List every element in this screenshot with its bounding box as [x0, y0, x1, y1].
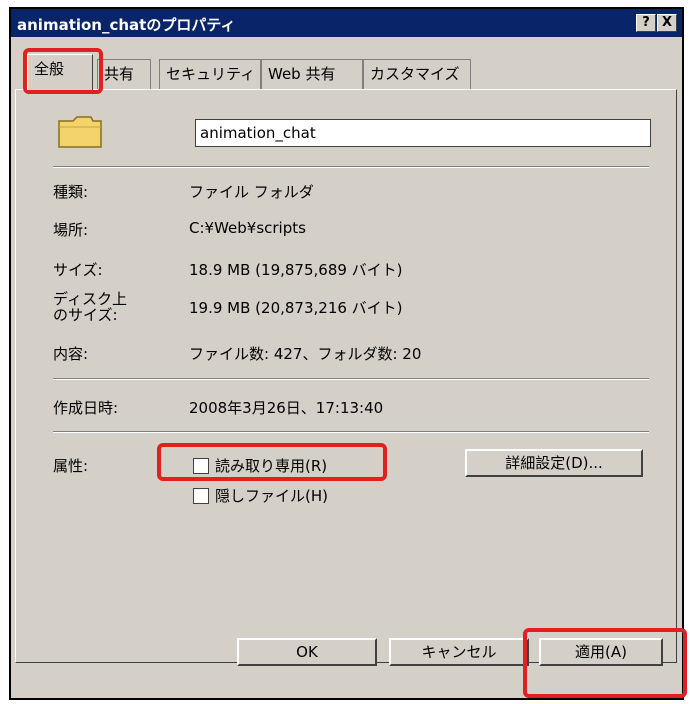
hidden-label[interactable]: 隠しファイル(H) [215, 485, 328, 506]
disk-size-label: ディスク上のサイズ: [53, 290, 127, 324]
ok-button[interactable]: OK [237, 638, 377, 666]
tab-panel-general [15, 89, 677, 663]
title-bar: animation_chatのプロパティ ? X [11, 9, 682, 37]
tab-web-sharing[interactable]: Web 共有 [261, 59, 363, 89]
contents-label: 内容: [53, 345, 89, 363]
separator-middle [53, 378, 649, 380]
help-button[interactable]: ? [636, 14, 656, 32]
cancel-button[interactable]: キャンセル [389, 638, 529, 666]
type-value: ファイル フォルダ [189, 183, 314, 201]
separator-bottom [53, 431, 649, 433]
contents-value: ファイル数: 427、フォルダ数: 20 [189, 345, 422, 363]
tab-sharing[interactable]: 共有 [97, 59, 151, 89]
created-label: 作成日時: [53, 399, 119, 417]
disk-size-value: 19.9 MB (20,873,216 バイト) [189, 299, 403, 317]
location-label: 場所: [53, 221, 89, 239]
highlight-readonly [157, 443, 387, 481]
type-label: 種類: [53, 183, 89, 201]
tab-general[interactable]: 全般 [27, 54, 93, 90]
properties-dialog: animation_chatのプロパティ ? X 全般 共有 セキュリティ We… [9, 7, 684, 700]
highlight-apply [523, 628, 687, 698]
tab-strip: 全般 共有 セキュリティ Web 共有 カスタマイズ [11, 54, 682, 90]
advanced-button[interactable]: 詳細設定(D)... [465, 449, 643, 477]
tab-customize[interactable]: カスタマイズ [363, 59, 471, 89]
folder-name-input[interactable]: animation_chat [195, 119, 651, 147]
folder-icon [57, 113, 103, 153]
created-value: 2008年3月26日、17:13:40 [189, 399, 384, 417]
location-value: C:¥Web¥scripts [189, 219, 306, 237]
size-label: サイズ: [53, 261, 103, 279]
close-button[interactable]: X [657, 14, 677, 32]
hidden-checkbox[interactable] [193, 488, 209, 504]
window-title: animation_chatのプロパティ [17, 16, 236, 34]
attributes-label: 属性: [53, 457, 89, 475]
tab-security[interactable]: セキュリティ [159, 59, 261, 89]
separator-top [53, 166, 649, 168]
size-value: 18.9 MB (19,875,689 バイト) [189, 261, 403, 279]
